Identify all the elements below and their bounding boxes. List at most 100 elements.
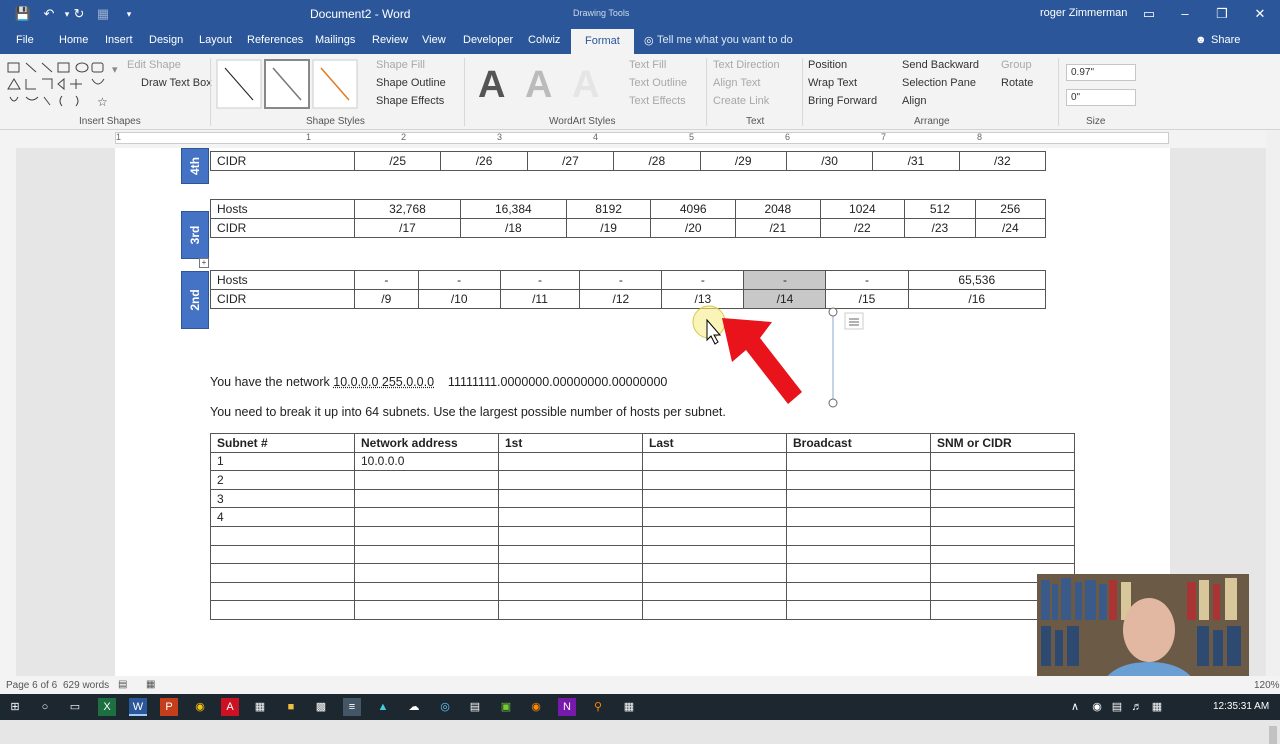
acrobat-app-icon[interactable]: A [221, 698, 239, 716]
volume-icon[interactable]: ♬ [1128, 698, 1146, 716]
table-cell[interactable] [498, 507, 643, 527]
table-cell[interactable] [786, 470, 931, 490]
group-button[interactable]: Group [1001, 59, 1032, 71]
tab-mailings[interactable]: Mailings [315, 34, 355, 46]
table-move-handle-icon[interactable]: + [199, 258, 209, 268]
table-cell[interactable] [210, 563, 355, 583]
table-cell[interactable]: 3 [210, 488, 355, 509]
table-cell[interactable] [498, 525, 643, 546]
wordart-style-3[interactable]: A [572, 64, 599, 107]
tab-layout[interactable]: Layout [199, 34, 232, 46]
table-cell[interactable] [786, 563, 931, 583]
table-cell[interactable] [354, 470, 499, 490]
table-cell[interactable] [930, 470, 1075, 490]
table-cell[interactable] [498, 581, 643, 602]
table-cell[interactable] [354, 581, 499, 602]
create-link-button[interactable]: Create Link [713, 95, 769, 107]
customize-qat-icon[interactable]: ▾ [120, 5, 138, 23]
vertical-scrollbar[interactable] [1266, 130, 1280, 744]
file-explorer-icon[interactable]: ■ [282, 698, 300, 716]
minimize-icon[interactable]: – [1176, 5, 1194, 23]
send-backward-button[interactable]: Send Backward [902, 59, 979, 71]
shape-fill-button[interactable]: Shape Fill [376, 59, 425, 71]
table-cell[interactable] [642, 600, 787, 620]
app-icon[interactable]: ▲ [374, 698, 392, 716]
table-cell[interactable] [930, 451, 1075, 472]
shapes-gallery[interactable]: ☆ [4, 59, 120, 111]
calculator-app-icon[interactable]: ▦ [251, 698, 269, 716]
scrollbar-thumb[interactable] [1269, 726, 1277, 744]
table-cell[interactable] [642, 470, 787, 490]
text-fill-button[interactable]: Text Fill [629, 59, 666, 71]
word-count[interactable]: 629 words [63, 680, 109, 691]
clock-time[interactable]: 12:35:31 AM [1213, 701, 1269, 712]
macro-recording-icon[interactable]: ▦ [146, 679, 155, 690]
undo-icon[interactable]: ↶ [40, 5, 58, 23]
tell-me-search[interactable]: Tell me what you want to do [657, 34, 793, 46]
table-cell[interactable] [642, 525, 787, 546]
table-cell[interactable] [642, 563, 787, 583]
table-cell[interactable] [786, 507, 931, 527]
app-icon[interactable]: ▣ [497, 698, 515, 716]
tab-review[interactable]: Review [372, 34, 408, 46]
rotate-button[interactable]: Rotate [1001, 77, 1033, 89]
app-icon[interactable]: ▤ [466, 698, 484, 716]
table-cell[interactable] [498, 488, 643, 509]
tab-file[interactable]: File [16, 34, 34, 46]
tab-format[interactable]: Format [571, 28, 634, 54]
tray-app-icon[interactable]: ◉ [1088, 698, 1106, 716]
table-cell[interactable] [498, 544, 643, 565]
selection-pane-button[interactable]: Selection Pane [902, 77, 976, 89]
table-cell[interactable] [642, 581, 787, 602]
page-count[interactable]: Page 6 of 6 [6, 680, 57, 691]
table-cell[interactable] [786, 600, 931, 620]
chrome-app-icon[interactable]: ◉ [191, 698, 209, 716]
tray-app-icon[interactable]: ▦ [1148, 698, 1166, 716]
redo-icon[interactable]: ↻ [70, 5, 88, 23]
table-cell[interactable] [498, 563, 643, 583]
save-icon[interactable]: 💾 [14, 5, 32, 23]
table-cell[interactable] [786, 581, 931, 602]
table-cell[interactable] [498, 600, 643, 620]
table-cell[interactable] [786, 488, 931, 509]
table-cell[interactable] [930, 525, 1075, 546]
firefox-app-icon[interactable]: ◉ [527, 698, 545, 716]
app-icon[interactable]: ⚲ [589, 698, 607, 716]
wordart-style-2[interactable]: A [525, 64, 552, 107]
shape-height-field[interactable]: 0.97" [1066, 64, 1136, 81]
table-cell[interactable] [930, 507, 1075, 527]
table-cell[interactable]: 4 [210, 507, 355, 527]
table-cell[interactable] [786, 451, 931, 472]
tab-design[interactable]: Design [149, 34, 183, 46]
table-cell[interactable] [354, 507, 499, 527]
shape-width-field[interactable]: 0" [1066, 89, 1136, 106]
horizontal-ruler[interactable]: 1 1 2 3 4 5 6 7 8 [115, 132, 1169, 144]
search-icon[interactable]: ○ [36, 698, 54, 716]
text-effects-button[interactable]: Text Effects [629, 95, 686, 107]
wordart-style-1[interactable]: A [478, 64, 505, 107]
table-cell[interactable] [210, 600, 355, 620]
text-direction-button[interactable]: Text Direction [713, 59, 780, 71]
tab-insert[interactable]: Insert [105, 34, 133, 46]
maximize-icon[interactable]: ❐ [1213, 5, 1231, 23]
edit-shape-button[interactable]: Edit Shape [127, 59, 181, 71]
windows-start-icon[interactable]: ⊞ [6, 698, 24, 716]
table-cell[interactable] [786, 525, 931, 546]
tab-developer[interactable]: Developer [463, 34, 513, 46]
shape-outline-button[interactable]: Shape Outline [376, 77, 446, 89]
tray-chevron-icon[interactable]: ∧ [1066, 698, 1084, 716]
wrap-text-button[interactable]: Wrap Text [808, 77, 857, 89]
table-cell[interactable] [210, 544, 355, 565]
table-cell[interactable] [354, 488, 499, 509]
table-cell[interactable] [642, 507, 787, 527]
table-cell[interactable] [498, 451, 643, 472]
table-cell[interactable] [786, 544, 931, 565]
shape-style-gallery[interactable] [215, 58, 365, 110]
table-cell[interactable] [354, 544, 499, 565]
table-cell[interactable] [354, 525, 499, 546]
app-icon[interactable]: ☁ [405, 698, 423, 716]
terminal-app-icon[interactable]: ▩ [312, 698, 330, 716]
tab-view[interactable]: View [422, 34, 446, 46]
proofing-icon[interactable]: ▤ [118, 679, 127, 690]
bring-forward-button[interactable]: Bring Forward [808, 95, 877, 107]
